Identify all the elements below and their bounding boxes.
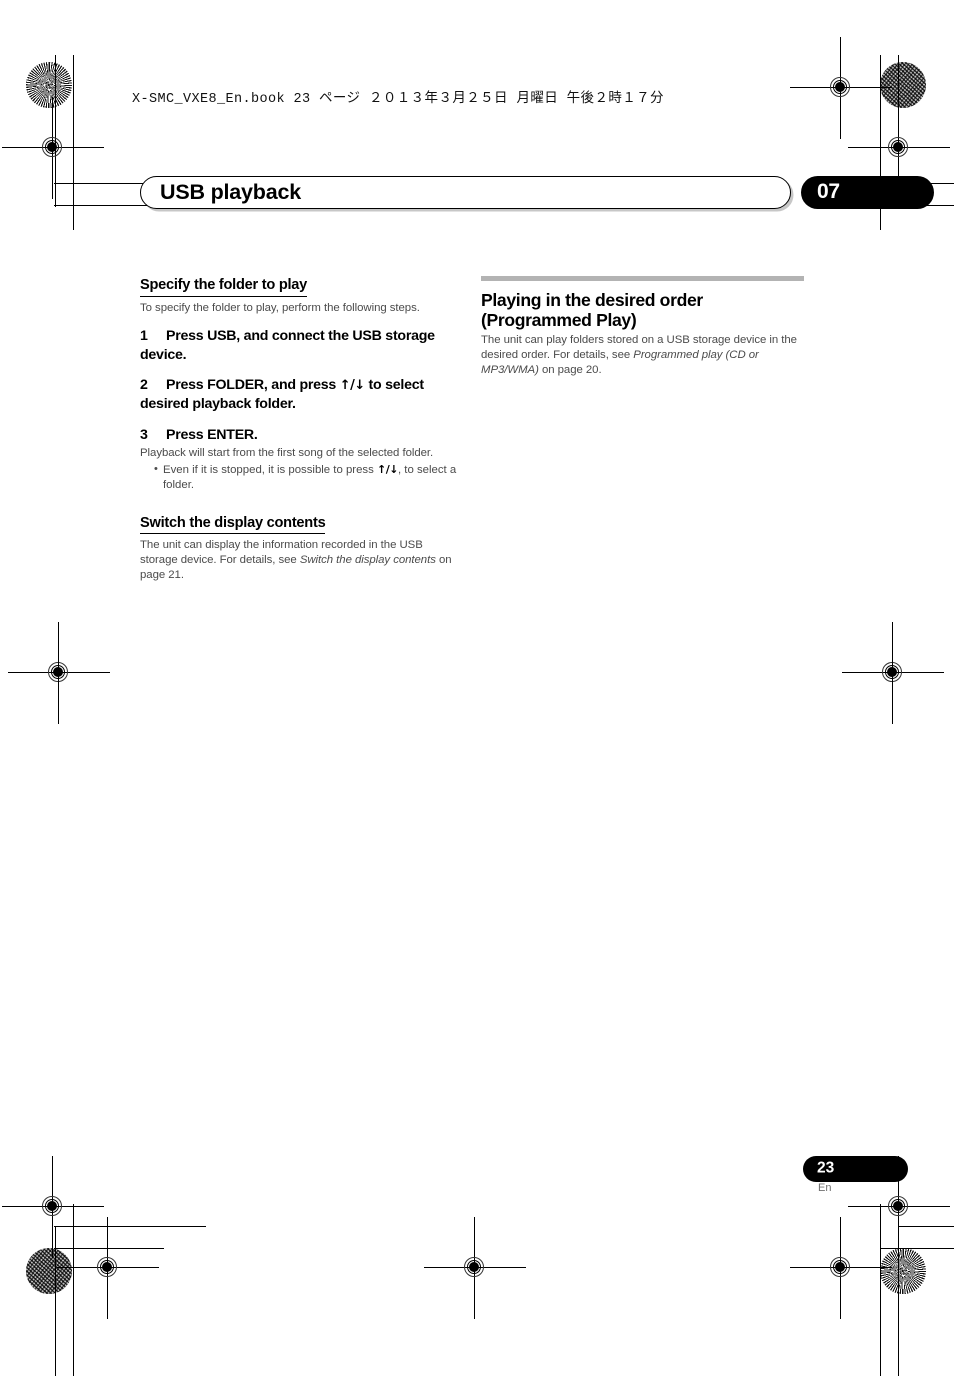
chapter-number-text: 07 bbox=[817, 179, 840, 203]
step-3: 3 Press ENTER. bbox=[140, 426, 463, 444]
chapter-number-badge: 07 bbox=[801, 176, 934, 209]
step-2-number: 2 bbox=[140, 377, 148, 394]
switch-display-contents-body: The unit can display the information rec… bbox=[140, 538, 463, 582]
registration-mark-top-right-lower bbox=[848, 97, 950, 199]
chapter-title-bar: USB playback bbox=[140, 176, 791, 209]
moire-star-target-top-left bbox=[26, 62, 72, 108]
up-down-arrow-icon: ↑/↓ bbox=[339, 378, 366, 394]
page-number-badge: 23 bbox=[803, 1156, 908, 1182]
up-down-arrow-icon: ↑/↓ bbox=[377, 462, 398, 476]
step-1-text: Press USB, and connect the USB storage d… bbox=[140, 328, 435, 363]
registration-mark-top-left-lower bbox=[2, 97, 104, 199]
programmed-body-part2: on page 20. bbox=[538, 363, 602, 376]
step-1: 1 Press USB, and connect the USB storage … bbox=[140, 327, 463, 364]
step-3-number: 3 bbox=[140, 426, 148, 443]
trim-rule-mid-left bbox=[58, 630, 60, 722]
step-3-note: Playback will start from the first song … bbox=[140, 447, 434, 460]
language-code-label: En bbox=[818, 1182, 832, 1194]
step-3-text: Press ENTER. bbox=[166, 426, 258, 443]
step-2-text-before: Press FOLDER, and press bbox=[166, 377, 340, 394]
specify-folder-intro: To specify the folder to play, perform t… bbox=[140, 301, 420, 314]
registration-mark-bottom-right-upper bbox=[848, 1156, 950, 1258]
list-item: Even if it is stopped, it is possible to… bbox=[154, 462, 463, 493]
registration-mark-top-right-upper bbox=[790, 37, 892, 139]
right-column: Playing in the desired order (Programmed … bbox=[481, 276, 804, 378]
registration-mark-top-left-upper bbox=[85, 65, 131, 111]
heading-playing-desired-order: Playing in the desired order (Programmed … bbox=[481, 290, 804, 332]
bullet-text-before: Even if it is stopped, it is possible to… bbox=[163, 463, 377, 476]
book-print-header: X-SMC_VXE8_En.book 23 ページ ２０１３年３月２５日 月曜日… bbox=[132, 92, 664, 107]
section-divider-rule bbox=[481, 276, 804, 281]
registration-mark-bottom-left-upper bbox=[2, 1156, 104, 1258]
trim-rule-mid-right bbox=[892, 630, 894, 722]
heading-switch-display-contents: Switch the display contents bbox=[140, 515, 326, 535]
step-3-bullet-list: Even if it is stopped, it is possible to… bbox=[140, 462, 463, 493]
step-2: 2 Press FOLDER, and press ↑/↓ to select d… bbox=[140, 376, 463, 413]
registration-mark-bottom-right-lower bbox=[790, 1217, 892, 1319]
page-number-text: 23 bbox=[817, 1159, 835, 1177]
moire-blob-target-bottom-left bbox=[26, 1248, 72, 1294]
major-heading-line1: Playing in the desired order bbox=[481, 289, 703, 310]
left-column: Specify the folder to play To specify th… bbox=[140, 276, 463, 583]
moire-star-target-bottom-right bbox=[880, 1248, 926, 1294]
moire-blob-target-top-right bbox=[880, 62, 926, 108]
heading-specify-folder: Specify the folder to play bbox=[140, 277, 307, 297]
step-1-number: 1 bbox=[140, 328, 148, 345]
major-heading-line2: (Programmed Play) bbox=[481, 310, 637, 331]
programmed-play-body: The unit can play folders stored on a US… bbox=[481, 333, 804, 377]
registration-mark-bottom-left-lower bbox=[57, 1217, 159, 1319]
registration-mark-bottom-center bbox=[424, 1217, 526, 1319]
switch-body-italic-ref: Switch the display contents bbox=[299, 553, 436, 566]
chapter-title-text: USB playback bbox=[160, 179, 301, 204]
